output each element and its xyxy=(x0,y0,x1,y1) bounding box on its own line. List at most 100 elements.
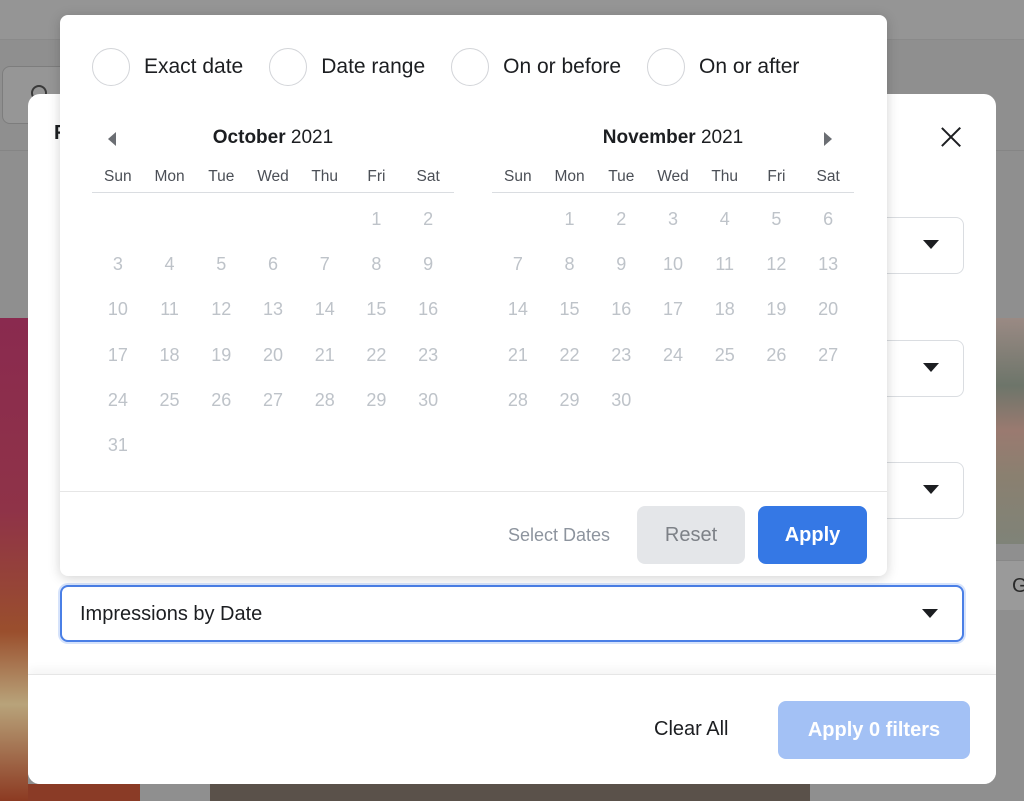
calendar-day[interactable]: 2 xyxy=(402,197,454,242)
next-month-icon[interactable] xyxy=(824,132,832,146)
calendar-day[interactable]: 21 xyxy=(492,333,544,378)
calendar-day[interactable]: 27 xyxy=(247,378,299,423)
calendar-day[interactable]: 21 xyxy=(299,333,351,378)
calendar-day[interactable]: 4 xyxy=(699,197,751,242)
calendar-day[interactable]: 13 xyxy=(247,287,299,332)
weekday-label: Tue xyxy=(608,168,635,185)
calendar-day[interactable]: 1 xyxy=(544,197,596,242)
calendar-day[interactable]: 30 xyxy=(402,378,454,423)
calendar-day[interactable]: 18 xyxy=(699,287,751,332)
radio-label: On or before xyxy=(503,55,622,78)
weekday-header: Sun Mon Tue Wed Thu Fri Sat xyxy=(492,163,854,193)
calendar-day[interactable]: 14 xyxy=(492,287,544,332)
calendar-day[interactable]: 6 xyxy=(247,242,299,287)
day-empty xyxy=(299,197,351,242)
day-empty xyxy=(195,197,247,242)
calendar-day[interactable]: 31 xyxy=(92,423,144,468)
calendar-day[interactable]: 15 xyxy=(351,287,403,332)
radio-on-or-before[interactable]: On or before xyxy=(451,48,621,86)
calendar-day[interactable]: 5 xyxy=(751,197,803,242)
radio-circle[interactable] xyxy=(269,48,308,86)
calendar-day[interactable]: 26 xyxy=(195,378,247,423)
clear-all-button[interactable]: Clear All xyxy=(654,718,728,741)
calendar-day[interactable]: 9 xyxy=(595,242,647,287)
impressions-by-date-select[interactable]: Impressions by Date xyxy=(60,585,964,642)
calendar-day[interactable]: 12 xyxy=(195,287,247,332)
day-empty xyxy=(492,197,544,242)
calendar-day[interactable]: 4 xyxy=(144,242,196,287)
calendar-day[interactable]: 19 xyxy=(195,333,247,378)
calendar-day[interactable]: 19 xyxy=(751,287,803,332)
calendar-day[interactable]: 14 xyxy=(299,287,351,332)
calendar-day[interactable]: 17 xyxy=(92,333,144,378)
filter-select-value: Impressions by Date xyxy=(80,603,263,625)
calendar-day[interactable]: 7 xyxy=(492,242,544,287)
calendar-day[interactable]: 11 xyxy=(699,242,751,287)
calendar-day[interactable]: 3 xyxy=(647,197,699,242)
weekday-label: Tue xyxy=(208,168,235,185)
apply-filters-button[interactable]: Apply 0 filters xyxy=(778,701,970,759)
day-grid: 1 2 3 4 5 6 7 8 9 10 11 12 13 14 15 16 17 18 19 20 21 22 23 24 2… xyxy=(92,197,454,468)
weekday-label: Thu xyxy=(311,168,339,185)
calendar-day[interactable]: 16 xyxy=(595,287,647,332)
calendar-day[interactable]: 10 xyxy=(647,242,699,287)
weekday-label: Wed xyxy=(257,168,289,185)
radio-label: Date range xyxy=(321,55,426,78)
background-card-right: G xyxy=(996,560,1024,610)
apply-dates-button[interactable]: Apply xyxy=(758,506,867,564)
calendar-day[interactable]: 20 xyxy=(802,287,854,332)
radio-exact-date[interactable]: Exact date xyxy=(92,48,243,86)
calendar-day[interactable]: 23 xyxy=(595,333,647,378)
calendar-day[interactable]: 5 xyxy=(195,242,247,287)
calendar-day[interactable]: 13 xyxy=(802,242,854,287)
radio-date-range[interactable]: Date range xyxy=(269,48,425,86)
calendar-day[interactable]: 16 xyxy=(402,287,454,332)
reset-button[interactable]: Reset xyxy=(637,506,745,564)
date-picker-popover: Exact date Date range On or before On or… xyxy=(60,15,887,576)
calendar-day[interactable]: 6 xyxy=(802,197,854,242)
calendar-day[interactable]: 29 xyxy=(544,378,596,423)
month-year: 2021 xyxy=(700,127,744,148)
calendar-day[interactable]: 1 xyxy=(351,197,403,242)
calendar-day[interactable]: 10 xyxy=(92,287,144,332)
background-card-text: G xyxy=(1012,575,1024,597)
calendar-day[interactable]: 22 xyxy=(351,333,403,378)
calendar-day[interactable]: 25 xyxy=(699,333,751,378)
month-title: October 2021 xyxy=(92,123,454,153)
calendar-day[interactable]: 25 xyxy=(144,378,196,423)
calendar-day[interactable]: 28 xyxy=(299,378,351,423)
calendar-day[interactable]: 30 xyxy=(595,378,647,423)
calendar-day[interactable]: 7 xyxy=(299,242,351,287)
calendar-day[interactable]: 15 xyxy=(544,287,596,332)
calendar-day[interactable]: 3 xyxy=(92,242,144,287)
calendar-day[interactable]: 12 xyxy=(751,242,803,287)
close-icon[interactable] xyxy=(936,122,966,152)
calendar-day[interactable]: 20 xyxy=(247,333,299,378)
calendar-day[interactable]: 29 xyxy=(351,378,403,423)
calendar-day[interactable]: 23 xyxy=(402,333,454,378)
radio-on-or-after[interactable]: On or after xyxy=(647,48,799,86)
calendar-day[interactable]: 8 xyxy=(351,242,403,287)
calendar-day[interactable]: 2 xyxy=(595,197,647,242)
calendar-day[interactable]: 9 xyxy=(402,242,454,287)
calendar-day[interactable]: 24 xyxy=(92,378,144,423)
calendar-day[interactable]: 28 xyxy=(492,378,544,423)
radio-circle[interactable] xyxy=(451,48,490,86)
calendar-day[interactable]: 27 xyxy=(802,333,854,378)
calendar-day[interactable]: 26 xyxy=(751,333,803,378)
month-name: November xyxy=(602,127,696,148)
previous-month-icon[interactable] xyxy=(108,132,116,146)
calendar-day[interactable]: 22 xyxy=(544,333,596,378)
day-grid: 1 2 3 4 5 6 7 8 9 10 11 12 13 14 15 16 17 18 19 20 21 22 23 24 2… xyxy=(492,197,854,423)
calendar-day[interactable]: 8 xyxy=(544,242,596,287)
calendar-day[interactable]: 18 xyxy=(144,333,196,378)
weekday-label: Sun xyxy=(504,168,532,185)
radio-circle[interactable] xyxy=(647,48,686,86)
calendar-month-october: October 2021 Sun Mon Tue Wed Thu Fri Sat 12345… xyxy=(92,123,454,468)
calendar-day[interactable]: 17 xyxy=(647,287,699,332)
weekday-label: Sun xyxy=(104,168,132,185)
calendar-day[interactable]: 24 xyxy=(647,333,699,378)
date-picker-footer: Select Dates Reset Apply xyxy=(60,491,887,576)
calendar-day[interactable]: 11 xyxy=(144,287,196,332)
radio-circle[interactable] xyxy=(92,48,130,86)
